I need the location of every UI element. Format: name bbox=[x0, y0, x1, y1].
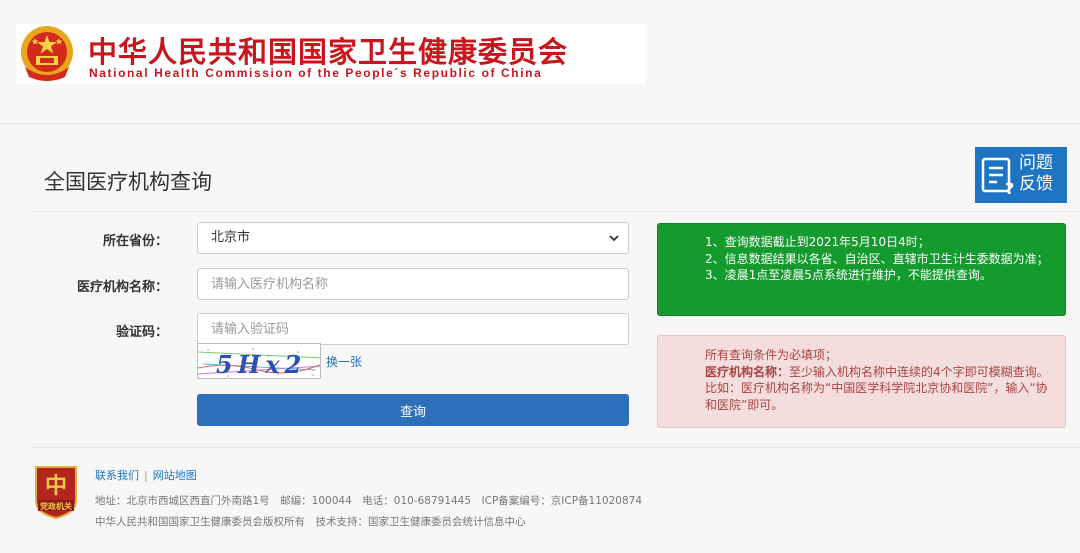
contact-us-link[interactable]: 联系我们 bbox=[95, 469, 139, 482]
info-notice-line1: 1、查询数据截止到2021年5月10日4时； bbox=[705, 235, 930, 249]
captcha-image[interactable]: 5Hx2 bbox=[197, 343, 321, 379]
feedback-icon: ? bbox=[981, 157, 1014, 196]
feedback-label-line2: 反馈 bbox=[1019, 174, 1053, 194]
sitemap-link[interactable]: 网站地图 bbox=[153, 469, 197, 482]
info-notice-line2: 2、信息数据结果以各省、自治区、直辖市卫生计生委数据为准； bbox=[705, 251, 1049, 266]
national-emblem-icon bbox=[21, 26, 73, 81]
divider bbox=[32, 447, 1080, 448]
site-title-cn: 中华人民共和国国家卫生健康委员会 bbox=[88, 35, 569, 69]
footer-logo-text: 党政机关 bbox=[40, 501, 72, 511]
captcha-text: 5Hx2 bbox=[216, 350, 306, 379]
province-select[interactable]: 北京市 bbox=[197, 222, 629, 254]
footer-links: 联系我们 | 网站地图 bbox=[95, 467, 197, 483]
warning-notice-line2: 医疗机构名称：至少输入机构名称中连续的4个字即可模糊查询。比如：医疗机构名称为“… bbox=[705, 364, 1051, 414]
site-header: 中华人民共和国国家卫生健康委员会 National Health Commiss… bbox=[0, 0, 1080, 124]
footer-copyright: 中华人民共和国国家卫生健康委员会版权所有 技术支持：国家卫生健康委员会统计信息中… bbox=[95, 516, 526, 528]
org-name-input[interactable] bbox=[197, 268, 629, 300]
footer-link-separator: | bbox=[144, 469, 148, 482]
warning-notice-bold-label: 医疗机构名称： bbox=[705, 364, 790, 379]
party-government-logo-icon[interactable]: 中 党政机关 bbox=[32, 463, 80, 519]
divider bbox=[32, 211, 1080, 212]
svg-text:?: ? bbox=[1005, 179, 1014, 196]
page-title: 全国医疗机构查询 bbox=[44, 170, 212, 194]
captcha-graphic: 5Hx2 bbox=[198, 348, 320, 379]
province-select-wrap: 北京市 bbox=[197, 222, 629, 254]
feedback-label: 问题 反馈 bbox=[1019, 153, 1065, 195]
feedback-label-line1: 问题 bbox=[1019, 153, 1053, 173]
search-button[interactable]: 查询 bbox=[197, 394, 629, 426]
site-banner[interactable]: 中华人民共和国国家卫生健康委员会 National Health Commiss… bbox=[16, 24, 646, 84]
page: 中华人民共和国国家卫生健康委员会 National Health Commiss… bbox=[0, 0, 1080, 553]
warning-notice-line1: 所有查询条件为必填项； bbox=[705, 348, 838, 362]
warning-notice: 所有查询条件为必填项； 医疗机构名称：至少输入机构名称中连续的4个字即可模糊查询… bbox=[657, 335, 1066, 428]
info-notice: 1、查询数据截止到2021年5月10日4时； 2、信息数据结果以各省、自治区、直… bbox=[657, 223, 1066, 316]
feedback-button[interactable]: ? 问题 反馈 bbox=[975, 147, 1067, 203]
info-notice-line3: 3、凌晨1点至凌晨5点系统进行维护，不能提供查询。 bbox=[705, 268, 992, 282]
captcha-label: 验证码： bbox=[115, 325, 168, 340]
org-name-label: 医疗机构名称： bbox=[76, 280, 168, 295]
captcha-input[interactable] bbox=[197, 313, 629, 345]
site-title-en: National Health Commission of the People… bbox=[89, 66, 543, 80]
svg-text:中: 中 bbox=[45, 473, 67, 499]
refresh-captcha-link[interactable]: 换一张 bbox=[326, 353, 362, 370]
footer-address: 地址：北京市西城区西直门外南路1号 邮编：100044 电话：010-68791… bbox=[95, 495, 642, 507]
province-label: 所在省份： bbox=[102, 234, 168, 249]
